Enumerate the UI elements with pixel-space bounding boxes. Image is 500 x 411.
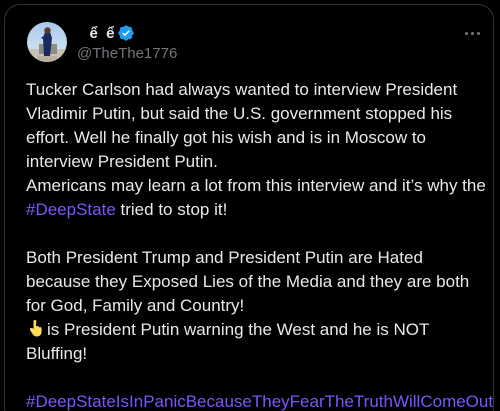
tweet-card: ể ể @TheThe1776 Tucker Carlson had alway… [4,4,494,411]
tweet-line-text: is President Putin warning the West and … [47,320,430,339]
tweet-line: interview President Putin. [26,152,218,171]
pointing-down-emoji-icon [26,320,43,337]
tweet-line: Tucker Carlson had always wanted to inte… [26,80,458,99]
author-handle[interactable]: @TheThe1776 [77,45,177,62]
tweet-text: Tucker Carlson had always wanted to inte… [26,78,496,411]
tweet-line: effort. Well he finally got his wish and… [26,128,426,147]
more-horizontal-icon-dot [476,31,480,35]
more-horizontal-icon-dot [470,31,474,35]
tweet-line: #DeepStateIsInPanicBecauseTheyFearTheTru… [26,390,496,411]
verified-badge-icon [117,24,135,42]
tweet-line: for God, Family and Country! [26,296,245,315]
hashtag-link-deepstateisinpanic[interactable]: #DeepStateIsInPanicBecauseTheyFearTheTru… [26,392,493,411]
tweet-line: Both President Trump and President Putin… [26,248,423,267]
avatar-image [27,22,67,62]
tweet-line: Americans may learn a lot from this inte… [26,176,486,195]
tweet-line: because they Exposed Lies of the Media a… [26,272,470,291]
tweet-line: Bluffing! [26,344,88,363]
tweet-line: Vladimir Putin, but said the U.S. govern… [26,104,453,123]
tweet-line: is President Putin warning the West and … [26,318,496,342]
tweet-line: #DeepState tried to stop it! [26,198,496,222]
more-options-button[interactable] [462,25,482,41]
author-name-row[interactable]: ể ể [77,24,135,42]
more-horizontal-icon [464,31,468,35]
hashtag-link-deepstate[interactable]: #DeepState [26,200,116,219]
author-display-name[interactable]: ể ể [77,25,115,42]
avatar[interactable] [27,22,67,62]
tweet-line-text: tried to stop it! [115,200,228,219]
